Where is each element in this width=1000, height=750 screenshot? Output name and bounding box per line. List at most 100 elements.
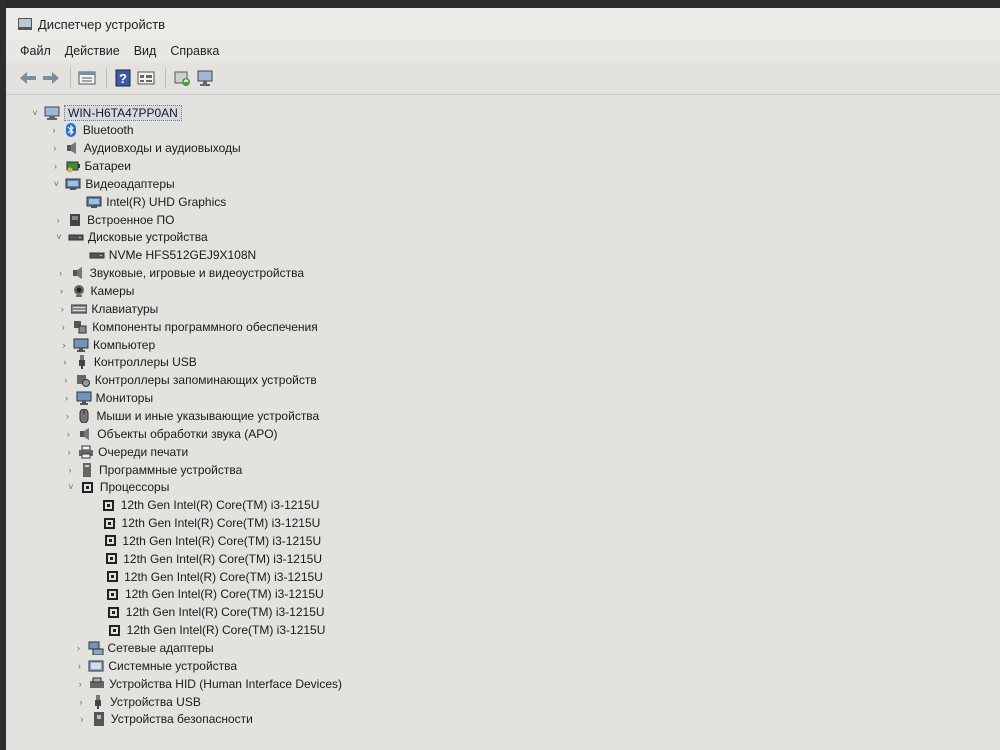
tree-category[interactable]: ˅ Дисковые устройства bbox=[54, 229, 207, 246]
network-adapter-icon bbox=[88, 641, 104, 655]
menu-action[interactable]: Действие bbox=[65, 44, 120, 58]
tree-device[interactable]: 12th Gen Intel(R) Core(TM) i3-1215U bbox=[91, 586, 324, 603]
tree-category[interactable]: › Сетевые адаптеры bbox=[74, 640, 214, 657]
expand-chevron-icon[interactable]: › bbox=[77, 714, 87, 724]
menu-help[interactable]: Справка bbox=[170, 44, 219, 58]
back-icon bbox=[20, 72, 36, 84]
tree-category[interactable]: › Аудиовходы и аудиовыходы bbox=[50, 140, 241, 157]
expand-chevron-icon[interactable]: › bbox=[57, 286, 67, 296]
expand-chevron-icon[interactable]: › bbox=[49, 125, 59, 135]
device-label: 12th Gen Intel(R) Core(TM) i3-1215U bbox=[121, 516, 321, 531]
menu-view[interactable]: Вид bbox=[134, 44, 157, 58]
tree-category[interactable]: › Компьютер bbox=[59, 336, 155, 353]
tree-category[interactable]: › Объекты обработки звука (APO) bbox=[63, 425, 278, 442]
expand-chevron-icon[interactable]: › bbox=[51, 161, 61, 171]
sound-icon bbox=[70, 266, 86, 280]
expand-chevron-icon[interactable]: › bbox=[64, 447, 74, 457]
title-bar[interactable]: Диспетчер устройств bbox=[6, 8, 1000, 40]
tree-category[interactable]: › Встроенное ПО bbox=[53, 211, 175, 228]
category-label: Звуковые, игровые и видеоустройства bbox=[89, 266, 304, 281]
back-button[interactable] bbox=[18, 68, 38, 88]
expand-chevron-icon[interactable]: › bbox=[74, 643, 84, 653]
collapse-chevron-icon[interactable]: ˅ bbox=[54, 232, 64, 242]
bluetooth-icon bbox=[63, 123, 79, 138]
tree-device[interactable]: 12th Gen Intel(R) Core(TM) i3-1215U bbox=[88, 515, 321, 532]
tree-category[interactable]: › Камеры bbox=[57, 283, 134, 300]
expand-chevron-icon[interactable]: › bbox=[75, 679, 85, 689]
 bbox=[88, 536, 98, 546]
view-button[interactable] bbox=[136, 68, 156, 88]
category-label: Контроллеры запоминающих устройств bbox=[94, 373, 317, 388]
tree-category[interactable]: › Программные устройства bbox=[65, 461, 242, 478]
tree-device[interactable]: 12th Gen Intel(R) Core(TM) i3-1215U bbox=[93, 622, 325, 639]
tree-category[interactable]: › Звуковые, игровые и видеоустройства bbox=[56, 265, 304, 282]
 bbox=[91, 589, 101, 599]
device-tree[interactable]: ˅ WIN-H6TA47PP0AN › Bluetooth › Аудиовходы и … bbox=[6, 95, 1000, 750]
expand-chevron-icon[interactable]: › bbox=[76, 697, 86, 707]
tree-category[interactable]: ˅ Видеоадаптеры bbox=[51, 175, 175, 192]
tree-category[interactable]: › Bluetooth bbox=[49, 122, 134, 139]
collapse-chevron-icon[interactable]: ˅ bbox=[51, 179, 61, 189]
tree-category[interactable]: ˅ Процессоры bbox=[66, 479, 169, 496]
tree-category[interactable]: › Контроллеры USB bbox=[60, 354, 197, 371]
tree-category[interactable]: › Клавиатуры bbox=[57, 300, 158, 317]
device-label: 12th Gen Intel(R) Core(TM) i3-1215U bbox=[122, 533, 322, 548]
computer-icon bbox=[44, 106, 60, 120]
tree-category[interactable]: › Батареи bbox=[51, 158, 131, 175]
category-label: Компьютер bbox=[93, 337, 156, 352]
software-component-icon bbox=[72, 320, 88, 334]
tree-category[interactable]: › Мыши и иные указывающие устройства bbox=[62, 407, 319, 424]
tree-device[interactable]: 12th Gen Intel(R) Core(TM) i3-1215U bbox=[87, 497, 319, 514]
expand-chevron-icon[interactable]: › bbox=[57, 304, 67, 314]
tree-category[interactable]: › Контроллеры запоминающих устройств bbox=[61, 372, 317, 389]
update-driver-button[interactable] bbox=[172, 68, 192, 88]
storage-controller-icon bbox=[75, 373, 91, 388]
expand-chevron-icon[interactable]: › bbox=[58, 322, 68, 332]
forward-button[interactable] bbox=[41, 68, 61, 88]
expand-chevron-icon[interactable]: › bbox=[56, 268, 66, 278]
tree-category[interactable]: › Устройства безопасности bbox=[77, 711, 253, 728]
category-label: Устройства USB bbox=[110, 694, 201, 709]
tree-category[interactable]: › Системные устройства bbox=[74, 657, 237, 674]
expand-chevron-icon[interactable]: › bbox=[60, 357, 70, 367]
toolbar: ? bbox=[6, 62, 1000, 95]
expand-chevron-icon[interactable]: › bbox=[53, 215, 63, 225]
tree-category[interactable]: › Устройства USB bbox=[76, 693, 201, 710]
tree-device[interactable]: 12th Gen Intel(R) Core(TM) i3-1215U bbox=[89, 550, 322, 567]
collapse-chevron-icon[interactable]: ˅ bbox=[66, 482, 76, 492]
category-label: Аудиовходы и аудиовыходы bbox=[83, 141, 241, 156]
expand-chevron-icon[interactable]: › bbox=[59, 340, 69, 350]
expand-chevron-icon[interactable]: › bbox=[62, 393, 72, 403]
security-device-icon bbox=[91, 712, 107, 727]
tree-device[interactable]: 12th Gen Intel(R) Core(TM) i3-1215U bbox=[88, 532, 321, 549]
expand-chevron-icon[interactable]: › bbox=[74, 661, 84, 671]
root-computer-name: WIN-H6TA47PP0AN bbox=[64, 104, 182, 121]
device-manager-window: Диспетчер устройств Файл Действие Вид Сп… bbox=[6, 8, 1000, 750]
category-label: Сетевые адаптеры bbox=[107, 641, 214, 655]
tree-category[interactable]: › Компоненты программного обеспечения bbox=[58, 318, 318, 335]
expand-chevron-icon[interactable]: › bbox=[61, 375, 71, 385]
category-label: Объекты обработки звука (APO) bbox=[97, 426, 278, 441]
tree-category[interactable]: › Мониторы bbox=[62, 390, 153, 407]
tree-root[interactable]: ˅ WIN-H6TA47PP0AN bbox=[30, 104, 182, 121]
expand-chevron-icon[interactable]: › bbox=[62, 411, 72, 421]
device-manager-app-icon bbox=[18, 18, 32, 30]
expand-chevron-icon[interactable]: › bbox=[63, 429, 73, 439]
category-label: Системные устройства bbox=[108, 658, 238, 673]
category-label: Видеоадаптеры bbox=[85, 176, 175, 191]
expand-chevron-icon[interactable]: › bbox=[65, 465, 75, 475]
scan-hardware-button[interactable] bbox=[195, 68, 215, 88]
 bbox=[93, 625, 103, 635]
tree-device[interactable]: NVMe HFS512GEJ9X108N bbox=[75, 247, 256, 264]
tree-device[interactable]: 12th Gen Intel(R) Core(TM) i3-1215U bbox=[92, 604, 325, 621]
tree-device[interactable]: Intel(R) UHD Graphics bbox=[72, 193, 226, 210]
tree-category[interactable]: › Устройства HID (Human Interface Devices… bbox=[75, 675, 342, 692]
properties-button[interactable] bbox=[77, 68, 97, 88]
collapse-chevron-icon[interactable]: ˅ bbox=[30, 108, 40, 118]
tree-category[interactable]: › Очереди печати bbox=[64, 443, 189, 460]
help-button[interactable]: ? bbox=[113, 68, 133, 88]
display-adapter-icon bbox=[65, 177, 81, 191]
menu-file[interactable]: Файл bbox=[20, 44, 51, 58]
expand-chevron-icon[interactable]: › bbox=[50, 143, 60, 153]
tree-device[interactable]: 12th Gen Intel(R) Core(TM) i3-1215U bbox=[90, 568, 323, 585]
